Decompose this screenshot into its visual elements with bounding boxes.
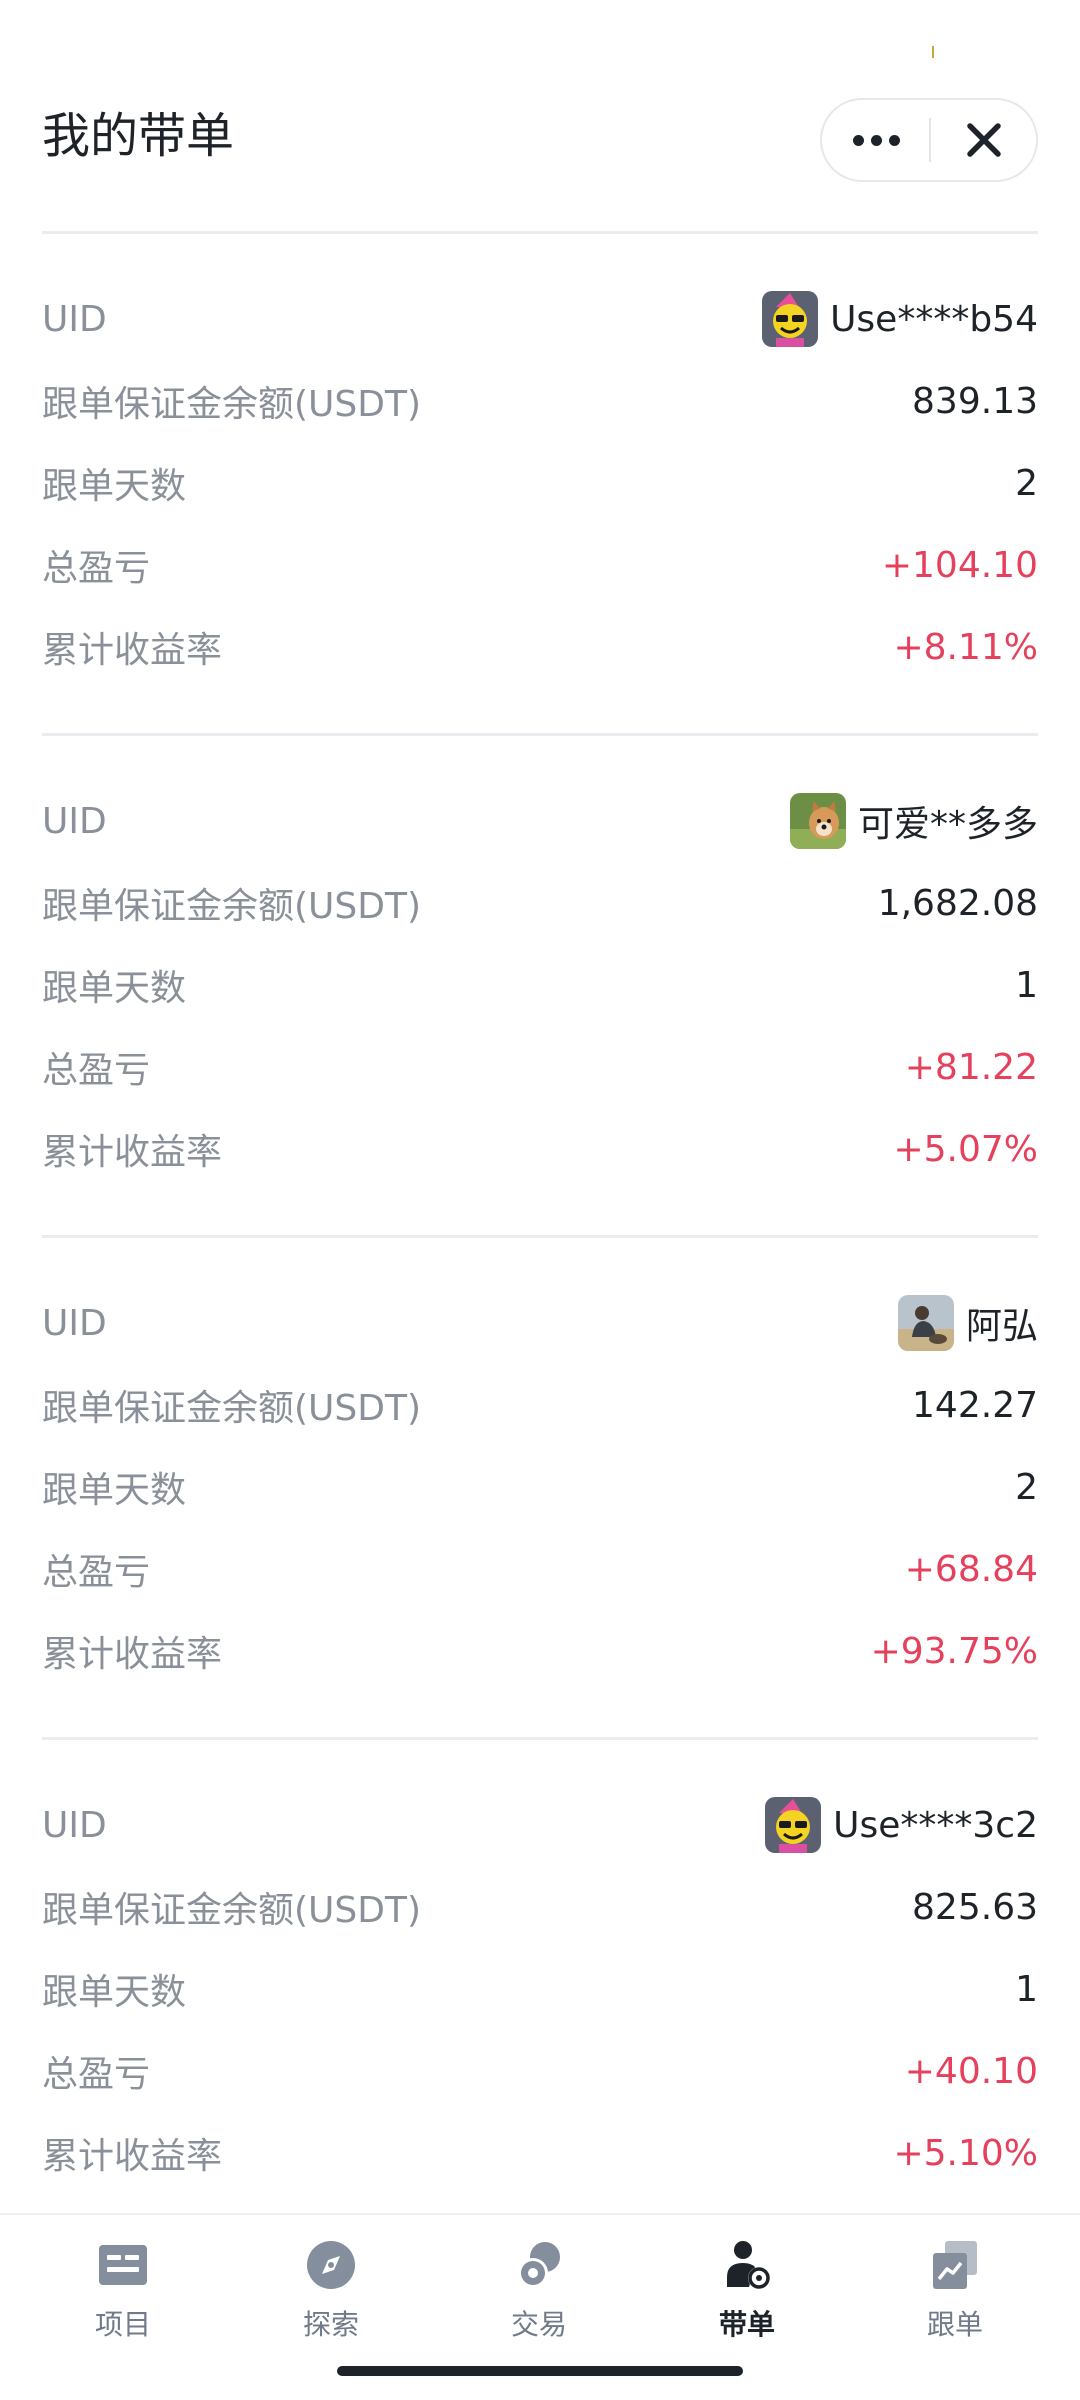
more-button[interactable] bbox=[822, 100, 930, 180]
smiley-party-avatar bbox=[762, 291, 819, 347]
tab-label: 跟单 bbox=[926, 2308, 983, 2341]
margin-value: 142.27 bbox=[912, 1384, 1038, 1426]
project-icon bbox=[99, 2245, 147, 2285]
pnl-label: 总盈亏 bbox=[42, 1552, 151, 1593]
divider bbox=[42, 733, 1038, 736]
pnl-row: 总盈亏 +104.10 bbox=[42, 524, 1038, 606]
tab-explore[interactable]: 探索 bbox=[251, 2237, 411, 2357]
days-label: 跟单天数 bbox=[42, 968, 187, 1009]
uid-label: UID bbox=[42, 298, 107, 340]
smiley-party-avatar bbox=[765, 1797, 822, 1853]
uid-label: UID bbox=[42, 1302, 107, 1344]
margin-row: 跟单保证金余额(USDT) 142.27 bbox=[42, 1364, 1038, 1446]
pnl-value: +104.10 bbox=[881, 544, 1038, 586]
margin-label: 跟单保证金余额(USDT) bbox=[42, 1890, 422, 1931]
roi-row: 累计收益率 +5.10% bbox=[42, 2112, 1038, 2194]
tab-label: 交易 bbox=[510, 2308, 567, 2341]
days-value: 2 bbox=[1015, 462, 1038, 504]
close-icon bbox=[967, 123, 1001, 157]
tab-copy[interactable]: 跟单 bbox=[875, 2237, 1035, 2357]
roi-row: 累计收益率 +93.75% bbox=[42, 1610, 1038, 1692]
tab-lead[interactable]: 带单 bbox=[667, 2237, 827, 2357]
roi-row: 累计收益率 +5.07% bbox=[42, 1108, 1038, 1190]
uid-row: UID Use****b54 bbox=[42, 278, 1038, 360]
page-title: 我的带单 bbox=[42, 108, 235, 164]
roi-value: +5.10% bbox=[893, 2132, 1038, 2174]
roi-label: 累计收益率 bbox=[42, 630, 223, 671]
divider bbox=[42, 1737, 1038, 1740]
days-value: 2 bbox=[1015, 1466, 1038, 1508]
user-name: Use****3c2 bbox=[833, 1804, 1038, 1846]
margin-row: 跟单保证金余额(USDT) 839.13 bbox=[42, 360, 1038, 442]
divider bbox=[42, 231, 1038, 234]
uid-row: UID Use****3c2 bbox=[42, 1784, 1038, 1866]
user-name: Use****b54 bbox=[830, 298, 1038, 340]
roi-value: +8.11% bbox=[893, 626, 1038, 668]
header: 我的带单 bbox=[0, 90, 1080, 232]
lead-trader-icon bbox=[727, 2241, 770, 2289]
uid-row: UID 阿弘 bbox=[42, 1282, 1038, 1364]
pnl-row: 总盈亏 +40.10 bbox=[42, 2030, 1038, 2112]
days-value: 1 bbox=[1015, 1968, 1038, 2010]
days-row: 跟单天数 2 bbox=[42, 1446, 1038, 1528]
uid-row: UID 可爱**多多 bbox=[42, 780, 1038, 862]
pnl-row: 总盈亏 +81.22 bbox=[42, 1026, 1038, 1108]
pnl-label: 总盈亏 bbox=[42, 2054, 151, 2095]
divider bbox=[42, 1235, 1038, 1238]
copy-trade-icon bbox=[933, 2241, 977, 2289]
days-label: 跟单天数 bbox=[42, 1972, 187, 2013]
days-label: 跟单天数 bbox=[42, 1470, 187, 1511]
margin-row: 跟单保证金余额(USDT) 1,682.08 bbox=[42, 862, 1038, 944]
margin-value: 825.63 bbox=[912, 1886, 1038, 1928]
compass-icon bbox=[307, 2241, 355, 2289]
days-row: 跟单天数 1 bbox=[42, 1948, 1038, 2030]
close-button[interactable] bbox=[930, 100, 1038, 180]
margin-value: 1,682.08 bbox=[877, 882, 1038, 924]
days-label: 跟单天数 bbox=[42, 466, 187, 507]
margin-label: 跟单保证金余额(USDT) bbox=[42, 886, 422, 927]
roi-label: 累计收益率 bbox=[42, 1634, 223, 1675]
pnl-row: 总盈亏 +68.84 bbox=[42, 1528, 1038, 1610]
tab-label: 探索 bbox=[302, 2308, 359, 2341]
tab-project[interactable]: 项目 bbox=[43, 2237, 203, 2357]
pnl-label: 总盈亏 bbox=[42, 548, 151, 589]
coins-icon bbox=[518, 2242, 560, 2288]
margin-label: 跟单保证金余额(USDT) bbox=[42, 1388, 422, 1429]
pnl-value: +81.22 bbox=[904, 1046, 1038, 1088]
user-name: 阿弘 bbox=[965, 1306, 1038, 1347]
roi-value: +5.07% bbox=[893, 1128, 1038, 1170]
margin-label: 跟单保证金余额(USDT) bbox=[42, 384, 422, 425]
more-dots-icon bbox=[852, 134, 900, 146]
person-photo-avatar bbox=[897, 1295, 954, 1351]
pnl-value: +40.10 bbox=[904, 2050, 1038, 2092]
margin-row: 跟单保证金余额(USDT) 825.63 bbox=[42, 1866, 1038, 1948]
tab-label: 项目 bbox=[94, 2308, 151, 2341]
days-value: 1 bbox=[1015, 964, 1038, 1006]
uid-label: UID bbox=[42, 1804, 107, 1846]
uid-label: UID bbox=[42, 800, 107, 842]
margin-value: 839.13 bbox=[912, 380, 1038, 422]
tab-trade[interactable]: 交易 bbox=[459, 2237, 619, 2357]
roi-label: 累计收益率 bbox=[42, 2136, 223, 2177]
pnl-label: 总盈亏 bbox=[42, 1050, 151, 1091]
mini-program-capsule bbox=[820, 98, 1038, 182]
user-name: 可爱**多多 bbox=[857, 804, 1038, 845]
tab-label: 带单 bbox=[718, 2308, 775, 2341]
pnl-value: +68.84 bbox=[904, 1548, 1038, 1590]
status-bar bbox=[0, 0, 1080, 90]
roi-row: 累计收益率 +8.11% bbox=[42, 606, 1038, 688]
dog-photo-avatar bbox=[789, 793, 846, 849]
days-row: 跟单天数 2 bbox=[42, 442, 1038, 524]
days-row: 跟单天数 1 bbox=[42, 944, 1038, 1026]
status-indicator bbox=[932, 46, 934, 58]
home-indicator bbox=[337, 2366, 743, 2376]
roi-label: 累计收益率 bbox=[42, 1132, 223, 1173]
roi-value: +93.75% bbox=[870, 1630, 1038, 1672]
